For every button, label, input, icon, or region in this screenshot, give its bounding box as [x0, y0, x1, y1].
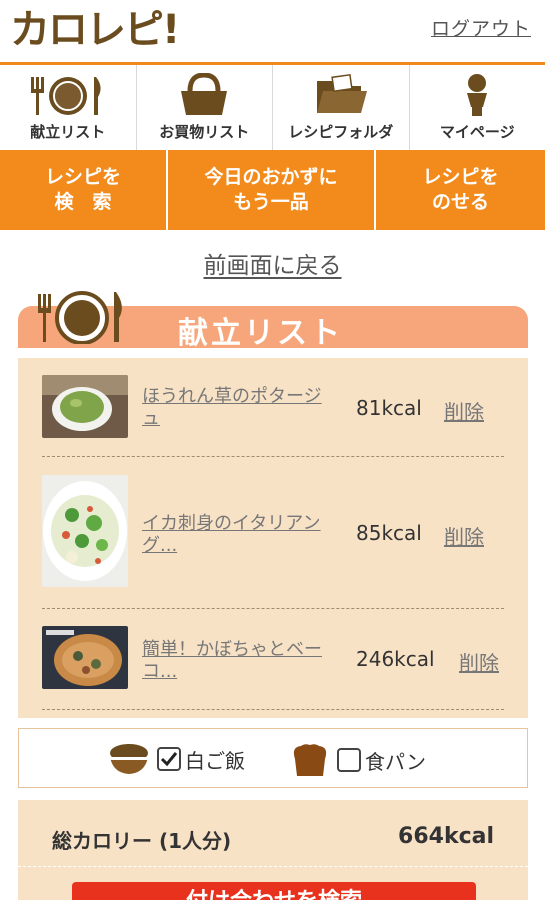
recipe-row: 簡単！かぼちゃとベーコ... 246kcal 削除 [42, 609, 504, 710]
checkmark-icon [160, 752, 178, 767]
staple-selector: 白ご飯 食パン [18, 728, 528, 788]
nav-item-my-page[interactable]: マイページ [410, 65, 545, 150]
person-icon [467, 74, 488, 116]
action-row: レシピを 検 索 今日のおかずに もう一品 レシピを のせる [0, 150, 545, 230]
cutlery-plate-icon [38, 291, 122, 344]
nav-item-recipe-folder[interactable]: レシピフォルダ [273, 65, 410, 150]
rice-bowl-icon [110, 744, 148, 774]
recipe-name-link[interactable]: イカ刺身のイタリアング... [142, 513, 328, 557]
recipe-kcal: 85kcal [356, 521, 422, 545]
back-link-wrapper: 前画面に戻る [0, 246, 545, 280]
recipe-thumbnail[interactable] [42, 375, 128, 438]
bread-icon [293, 744, 327, 776]
recipe-list-panel: ほうれん草のポタージュ 81kcal 削除 イカ刺身のイタリアング... 85k… [18, 358, 528, 718]
icon-nav: 献立リスト お買物リスト レシピフォルダ マイページ [0, 62, 545, 150]
shopping-basket-icon [181, 73, 228, 115]
app-logo[interactable]: カロレピ! [10, 8, 180, 52]
nav-label: レシピフォルダ [288, 123, 394, 141]
delete-recipe-link[interactable]: 削除 [444, 396, 484, 425]
recipe-thumbnail[interactable] [42, 626, 128, 689]
staple-bread[interactable]: 食パン [291, 743, 426, 777]
staple-rice[interactable]: 白ご飯 [109, 743, 245, 775]
back-link[interactable]: 前画面に戻る [204, 253, 342, 279]
rice-label: 白ご飯 [185, 748, 245, 773]
nav-label: マイページ [439, 123, 515, 141]
folder-icon [316, 73, 367, 113]
divider [18, 866, 528, 867]
recipe-kcal: 81kcal [356, 396, 422, 420]
recipe-row: ほうれん草のポタージュ 81kcal 削除 [42, 358, 504, 457]
delete-recipe-link[interactable]: 削除 [444, 521, 484, 550]
header: カロレピ! ログアウト [0, 0, 545, 62]
nav-item-shopping-list[interactable]: お買物リスト [137, 65, 273, 150]
total-panel: 総カロリー (1人分) 664kcal 付け合わせを検索 [18, 800, 528, 900]
recipe-thumbnail[interactable] [42, 475, 128, 587]
recipe-kcal: 246kcal [356, 647, 435, 671]
nav-item-menu-list[interactable]: 献立リスト [0, 65, 137, 150]
one-more-dish-button[interactable]: 今日のおかずに もう一品 [168, 150, 376, 230]
total-calorie-label: 総カロリー (1人分) [52, 829, 232, 853]
total-calorie-value: 664kcal [398, 824, 494, 849]
search-recipe-button[interactable]: レシピを 検 索 [0, 150, 168, 230]
section-title: 献立リスト [178, 316, 343, 351]
nav-label: お買物リスト [159, 123, 250, 141]
delete-recipe-link[interactable]: 削除 [459, 647, 499, 676]
bread-checkbox[interactable] [337, 748, 361, 772]
recipe-name-link[interactable]: 簡単！かぼちゃとベーコ... [142, 639, 328, 683]
recipe-row: イカ刺身のイタリアング... 85kcal 削除 [42, 457, 504, 609]
post-recipe-button[interactable]: レシピを のせる [376, 150, 545, 230]
bread-label: 食パン [365, 749, 426, 774]
cutlery-plate-icon [30, 77, 101, 115]
rice-checkbox[interactable] [157, 747, 181, 771]
nav-label: 献立リスト [30, 123, 106, 141]
recipe-name-link[interactable]: ほうれん草のポタージュ [142, 386, 328, 430]
logout-link[interactable]: ログアウト [431, 14, 531, 41]
search-side-dish-button[interactable]: 付け合わせを検索 [72, 882, 476, 900]
